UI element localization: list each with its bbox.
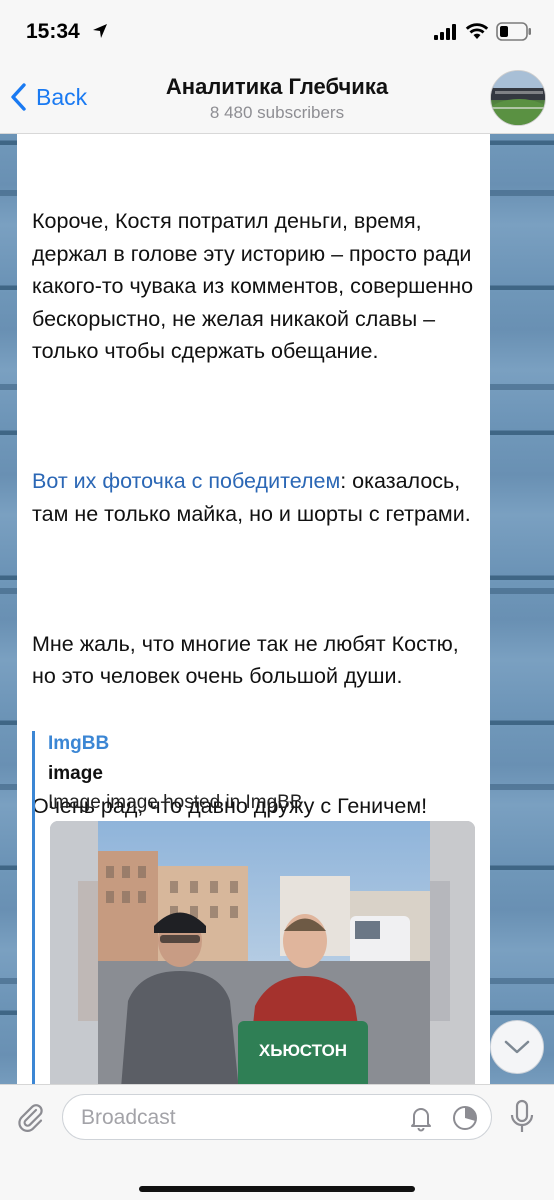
jersey-text: ХЬЮСТОН — [259, 1041, 347, 1060]
photo-link[interactable]: Вот их фоточка с победителем — [32, 469, 340, 493]
preview-description: Image image hosted in ImgBB — [48, 792, 303, 813]
home-indicator — [139, 1186, 415, 1192]
preview-image[interactable]: ХЬЮСТОН — [50, 821, 475, 1084]
battery-icon — [496, 22, 531, 41]
status-bar: 15:34 — [0, 0, 554, 62]
channel-avatar[interactable] — [490, 70, 546, 126]
preview-site-name: ImgBB — [48, 733, 110, 754]
preview-photo: ХЬЮСТОН — [50, 821, 475, 1084]
subscriber-count: 8 480 subscribers — [209, 103, 345, 122]
message-paragraph-with-link: Вот их фоточка с победителем: оказалось,… — [32, 465, 482, 530]
paperclip-icon[interactable] — [14, 1101, 46, 1133]
scroll-down-button[interactable] — [490, 1020, 544, 1074]
stadium-avatar-image — [491, 71, 545, 125]
message-paragraph: Короче, Костя потратил деньги, время, де… — [32, 209, 480, 363]
link-preview[interactable]: ImgBB image Image image hosted in ImgBB — [32, 731, 477, 1084]
message-paragraph: Мне жаль, что многие так не любят Костю,… — [32, 631, 465, 689]
timer-icon[interactable] — [451, 1104, 479, 1132]
broadcast-input[interactable] — [81, 1103, 381, 1133]
bell-icon[interactable] — [407, 1104, 435, 1132]
location-arrow-icon — [93, 24, 107, 38]
chat-header: Back Аналитика Глебчика 8 480 subscriber… — [0, 62, 554, 134]
wifi-icon — [465, 23, 489, 39]
input-bar — [0, 1084, 554, 1200]
preview-title: image — [48, 763, 103, 784]
channel-title[interactable]: Аналитика Глебчика — [0, 74, 554, 100]
chevron-down-icon — [504, 1040, 530, 1054]
cellular-signal-icon — [434, 24, 456, 40]
message-bubble: Короче, Костя потратил деньги, время, де… — [17, 134, 490, 1084]
status-time: 15:34 — [26, 20, 80, 43]
microphone-icon[interactable] — [508, 1099, 536, 1135]
broadcast-field — [62, 1094, 492, 1140]
